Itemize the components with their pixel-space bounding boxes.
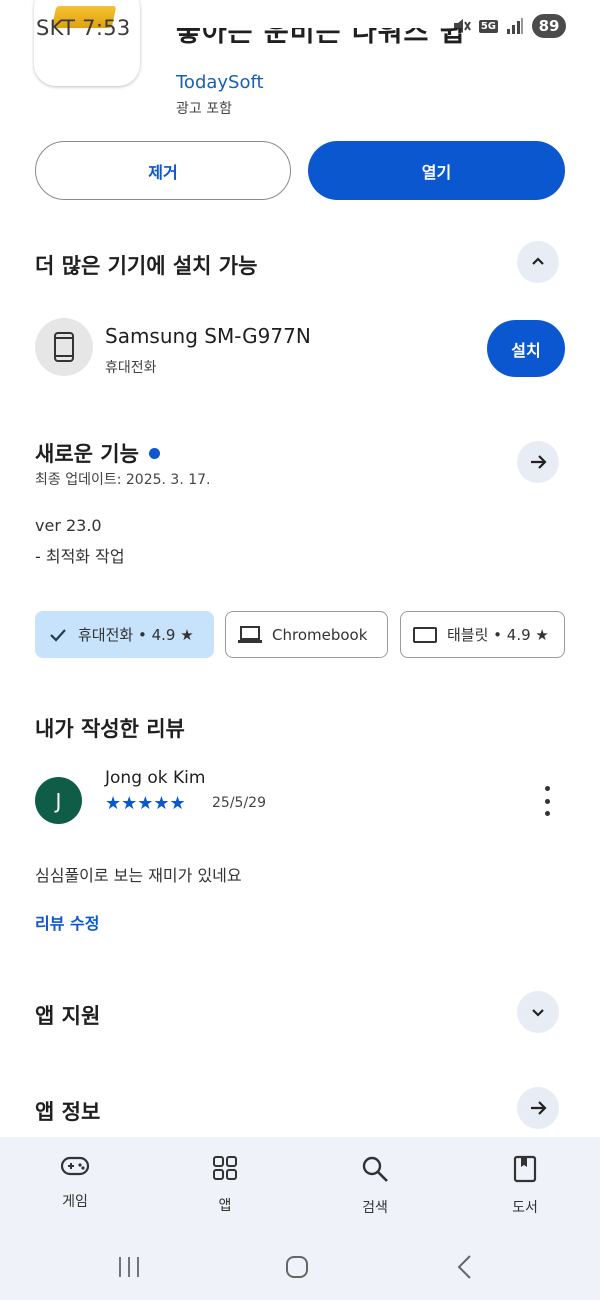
5g-icon: 5G bbox=[478, 19, 498, 33]
book-icon bbox=[513, 1155, 537, 1183]
back-icon[interactable] bbox=[455, 1255, 475, 1279]
app-support-title[interactable]: 앱 지원 bbox=[35, 1000, 100, 1030]
system-navigation-bar bbox=[0, 1253, 600, 1293]
version-text: ver 23.0 bbox=[35, 516, 102, 535]
chip-chromebook-label: Chromebook bbox=[272, 625, 368, 644]
gamepad-icon bbox=[60, 1156, 90, 1176]
review-text: 심심풀이로 보는 재미가 있네요 bbox=[35, 866, 242, 885]
tablet-icon bbox=[413, 626, 437, 643]
app-info-title[interactable]: 앱 정보 bbox=[35, 1096, 100, 1126]
reviewer-name: Jong ok Kim bbox=[105, 768, 206, 788]
recent-apps-icon[interactable] bbox=[117, 1255, 141, 1279]
open-button[interactable]: 열기 bbox=[308, 141, 565, 200]
install-button[interactable]: 설치 bbox=[487, 320, 565, 377]
app-info-arrow-button[interactable] bbox=[517, 1087, 559, 1129]
chip-phone-label: 휴대전화 • 4.9 ★ bbox=[78, 626, 194, 644]
nav-games-label: 게임 bbox=[62, 1194, 88, 1210]
apps-grid-icon bbox=[213, 1156, 237, 1180]
whats-new-arrow-button[interactable] bbox=[517, 441, 559, 483]
search-icon bbox=[362, 1156, 388, 1182]
nav-games[interactable]: 게임 bbox=[25, 1155, 125, 1211]
device-type: 휴대전화 bbox=[105, 360, 157, 376]
collapse-button[interactable] bbox=[517, 241, 559, 283]
nav-apps-label: 앱 bbox=[218, 1198, 232, 1214]
whats-new-header[interactable]: 새로운 기능 bbox=[35, 438, 160, 468]
nav-search[interactable]: 검색 bbox=[325, 1155, 425, 1217]
developer-link[interactable]: TodaySoft bbox=[176, 72, 264, 93]
chip-tablet-label: 태블릿 • 4.9 ★ bbox=[447, 626, 549, 644]
bottom-navigation: 게임 앱 검색 도서 bbox=[0, 1137, 600, 1300]
my-review-title: 내가 작성한 리뷰 bbox=[35, 717, 185, 741]
review-date: 25/5/29 bbox=[212, 795, 266, 811]
edit-review-link[interactable]: 리뷰 수정 bbox=[35, 910, 99, 934]
home-icon[interactable] bbox=[285, 1255, 309, 1279]
new-indicator-dot bbox=[148, 447, 160, 459]
update-note: - 최적화 작업 bbox=[35, 547, 125, 566]
chip-chromebook[interactable]: Chromebook bbox=[225, 611, 388, 658]
arrow-right-icon bbox=[531, 1101, 547, 1115]
app-title: 좋아는 운비는 다워즈 쉽 bbox=[176, 28, 466, 48]
avatar: J bbox=[35, 777, 82, 824]
device-name: Samsung SM-G977N bbox=[105, 324, 311, 348]
chevron-up-icon bbox=[532, 257, 544, 265]
whats-new-title: 새로운 기능 bbox=[35, 442, 139, 466]
device-avatar bbox=[35, 318, 93, 376]
ad-label: 광고 포함 bbox=[176, 101, 232, 117]
check-icon bbox=[50, 628, 66, 642]
more-options-button[interactable] bbox=[536, 786, 558, 816]
app-support-expand-button[interactable] bbox=[517, 991, 559, 1033]
chip-tablet[interactable]: 태블릿 • 4.9 ★ bbox=[400, 611, 565, 658]
more-devices-title: 더 많은 기기에 설치 가능 bbox=[35, 254, 258, 278]
signal-icon bbox=[507, 18, 523, 34]
nav-books-label: 도서 bbox=[512, 1200, 538, 1216]
nav-apps[interactable]: 앱 bbox=[175, 1155, 275, 1215]
phone-icon bbox=[54, 332, 74, 362]
chip-phone[interactable]: 휴대전화 • 4.9 ★ bbox=[35, 611, 214, 658]
star-rating: ★★★★★ bbox=[105, 793, 186, 814]
app-icon bbox=[34, 0, 140, 86]
chevron-down-icon bbox=[532, 1009, 544, 1017]
remove-button[interactable]: 제거 bbox=[35, 141, 291, 200]
battery-icon: 89 bbox=[532, 14, 566, 38]
nav-search-label: 검색 bbox=[362, 1200, 388, 1216]
status-time: SKT 7:53 bbox=[36, 16, 131, 40]
last-updated: 최종 업데이트: 2025. 3. 17. bbox=[35, 472, 211, 488]
nav-books[interactable]: 도서 bbox=[475, 1155, 575, 1217]
arrow-right-icon bbox=[531, 455, 547, 469]
laptop-icon bbox=[238, 625, 262, 643]
